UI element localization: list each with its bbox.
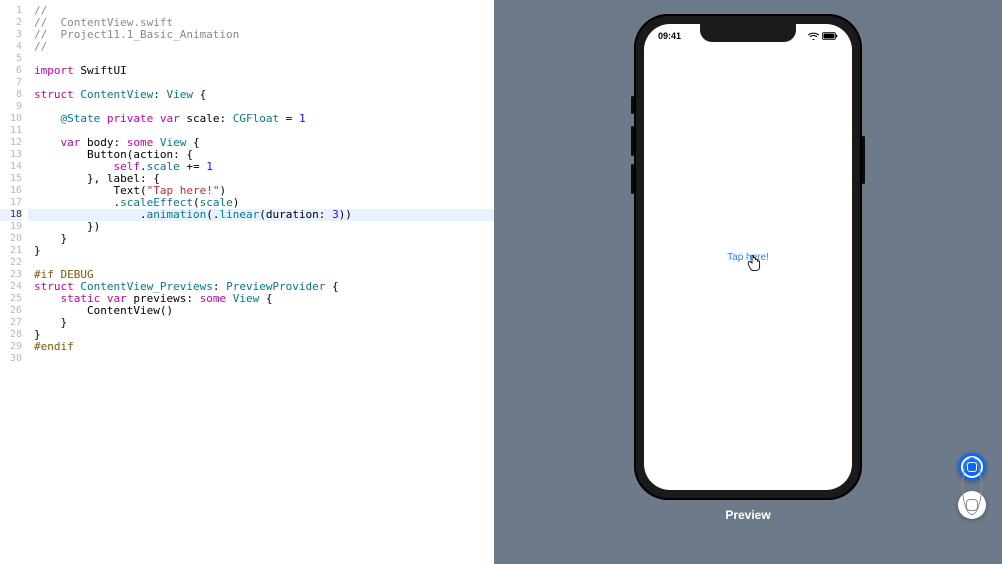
power-button [862, 136, 865, 184]
line-number: 11 [0, 125, 22, 137]
line-number: 9 [0, 101, 22, 113]
line-number: 12 [0, 137, 22, 149]
line-number: 23 [0, 269, 22, 281]
device-frame: 09:41 Tap here! [634, 14, 862, 500]
line-number: 21 [0, 245, 22, 257]
code-editor[interactable]: 1234567891011121314151617181920212223242… [0, 0, 494, 564]
app-content: Tap here! [644, 24, 852, 490]
tap-here-button[interactable]: Tap here! [727, 252, 769, 263]
code-line[interactable]: @State private var scale: CGFloat = 1 [28, 113, 494, 125]
code-line[interactable]: ContentView() [28, 305, 494, 317]
line-number: 25 [0, 293, 22, 305]
line-number: 26 [0, 305, 22, 317]
code-line[interactable]: } [28, 233, 494, 245]
code-line[interactable]: import SwiftUI [28, 65, 494, 77]
line-number: 16 [0, 185, 22, 197]
line-number: 6 [0, 65, 22, 77]
mute-switch [631, 96, 634, 114]
line-number: 24 [0, 281, 22, 293]
line-number: 7 [0, 77, 22, 89]
device-notch [700, 24, 796, 42]
line-number: 8 [0, 89, 22, 101]
line-number: 10 [0, 113, 22, 125]
line-number: 29 [0, 341, 22, 353]
line-number: 2 [0, 17, 22, 29]
line-number: 13 [0, 149, 22, 161]
line-number: 5 [0, 53, 22, 65]
code-area[interactable]: //// ContentView.swift// Project11.1_Bas… [28, 0, 494, 564]
line-number: 14 [0, 161, 22, 173]
code-line[interactable]: }) [28, 221, 494, 233]
preview-canvas: 09:41 Tap here! [494, 0, 1002, 564]
volume-down [631, 164, 634, 194]
line-number: 3 [0, 29, 22, 41]
preview-variants-button[interactable] [958, 491, 986, 519]
line-number: 17 [0, 197, 22, 209]
code-line[interactable]: } [28, 317, 494, 329]
line-number: 30 [0, 353, 22, 365]
code-line[interactable]: // [28, 41, 494, 53]
preview-controls [958, 453, 986, 519]
code-line[interactable] [28, 257, 494, 269]
line-number: 27 [0, 317, 22, 329]
code-line[interactable]: } [28, 329, 494, 341]
code-line[interactable]: // Project11.1_Basic_Animation [28, 29, 494, 41]
line-number: 15 [0, 173, 22, 185]
code-line[interactable]: #endif [28, 341, 494, 353]
code-line[interactable] [28, 353, 494, 365]
line-number: 28 [0, 329, 22, 341]
code-line[interactable]: } [28, 245, 494, 257]
line-number: 20 [0, 233, 22, 245]
line-gutter: 1234567891011121314151617181920212223242… [0, 0, 28, 564]
volume-up [631, 126, 634, 156]
line-number: 19 [0, 221, 22, 233]
button-label: Tap here! [727, 252, 769, 263]
line-number: 22 [0, 257, 22, 269]
line-number: 18 [0, 209, 22, 221]
preview-label: Preview [725, 508, 770, 522]
line-number: 1 [0, 5, 22, 17]
device-screen: 09:41 Tap here! [644, 24, 852, 490]
code-line[interactable]: struct ContentView: View { [28, 89, 494, 101]
line-number: 4 [0, 41, 22, 53]
